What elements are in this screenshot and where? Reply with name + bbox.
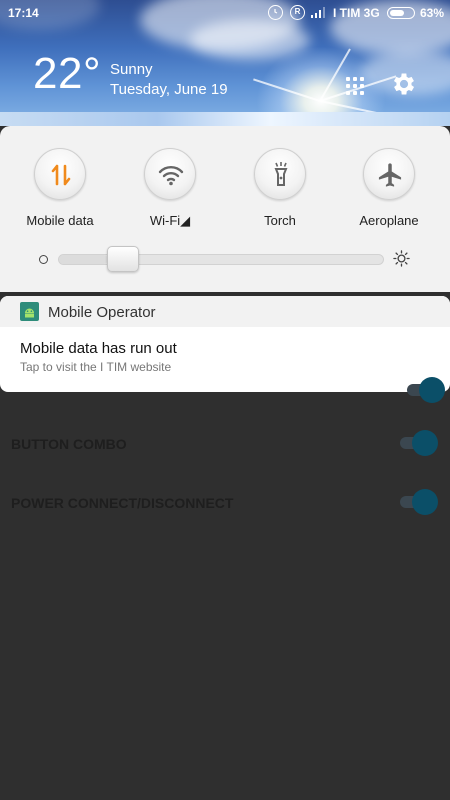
alarm-icon [268, 5, 283, 20]
toggle-switch[interactable] [407, 376, 445, 404]
setting-label-button-combo: BUTTON COMBO [11, 436, 127, 452]
carrier-label: I TIM 3G [333, 6, 380, 20]
tile-mobile-data[interactable]: Mobile data [10, 148, 110, 228]
notification-header: Mobile Operator [0, 296, 450, 327]
temperature[interactable]: 22° [33, 52, 101, 96]
brightness-low-icon [39, 255, 48, 264]
notification-card[interactable]: Mobile Operator Mobile data has run out … [0, 296, 450, 392]
toggle-power-connect[interactable] [400, 488, 438, 516]
brightness-fill [59, 255, 108, 264]
brightness-high-icon [393, 250, 410, 267]
gear-icon[interactable] [390, 70, 418, 98]
tile-torch[interactable]: Torch [230, 148, 330, 228]
tile-wifi[interactable]: Wi-Fi◢ [120, 148, 220, 229]
signal-icon [311, 7, 325, 18]
tile-aeroplane[interactable]: Aeroplane [339, 148, 439, 228]
mobile-data-icon [51, 164, 71, 186]
torch-button[interactable] [254, 148, 306, 200]
roaming-r-icon: R [290, 5, 305, 20]
grid-icon[interactable] [341, 72, 369, 100]
tile-label: Wi-Fi◢ [149, 213, 191, 228]
toggle-button-combo[interactable] [400, 429, 438, 457]
setting-label-power-connect: POWER CONNECT/DISCONNECT [11, 495, 234, 511]
wifi-icon [158, 166, 184, 186]
weather-condition[interactable]: Sunny [110, 61, 153, 78]
tile-label: Aeroplane [359, 213, 419, 228]
horizon-band [0, 112, 450, 126]
notification-app-name: Mobile Operator [48, 304, 156, 321]
aeroplane-button[interactable] [363, 148, 415, 200]
status-bar: 17:14 R I TIM 3G 63% [0, 0, 450, 26]
battery-percent: 63% [420, 6, 445, 20]
notification-title: Mobile data has run out [20, 340, 177, 357]
date-label[interactable]: Tuesday, June 19 [110, 81, 228, 98]
tile-label: Mobile data [26, 213, 94, 228]
quick-settings-panel: Mobile data Wi-Fi◢ Torch Aeroplane [0, 126, 450, 292]
notification-text: Tap to visit the I TIM website [20, 360, 172, 374]
aeroplane-icon [378, 163, 402, 187]
battery-fill [389, 9, 404, 16]
torch-icon [274, 162, 288, 186]
wifi-button[interactable] [144, 148, 196, 200]
tile-label: Torch [264, 213, 296, 228]
battery-icon [387, 7, 415, 19]
brightness-slider-handle[interactable] [106, 246, 139, 272]
mobile-data-button[interactable] [34, 148, 86, 200]
notification-shade-header: 17:14 R I TIM 3G 63% 22° Sunny Tuesday, … [0, 0, 450, 126]
android-icon [20, 302, 39, 321]
status-time: 17:14 [8, 6, 39, 20]
